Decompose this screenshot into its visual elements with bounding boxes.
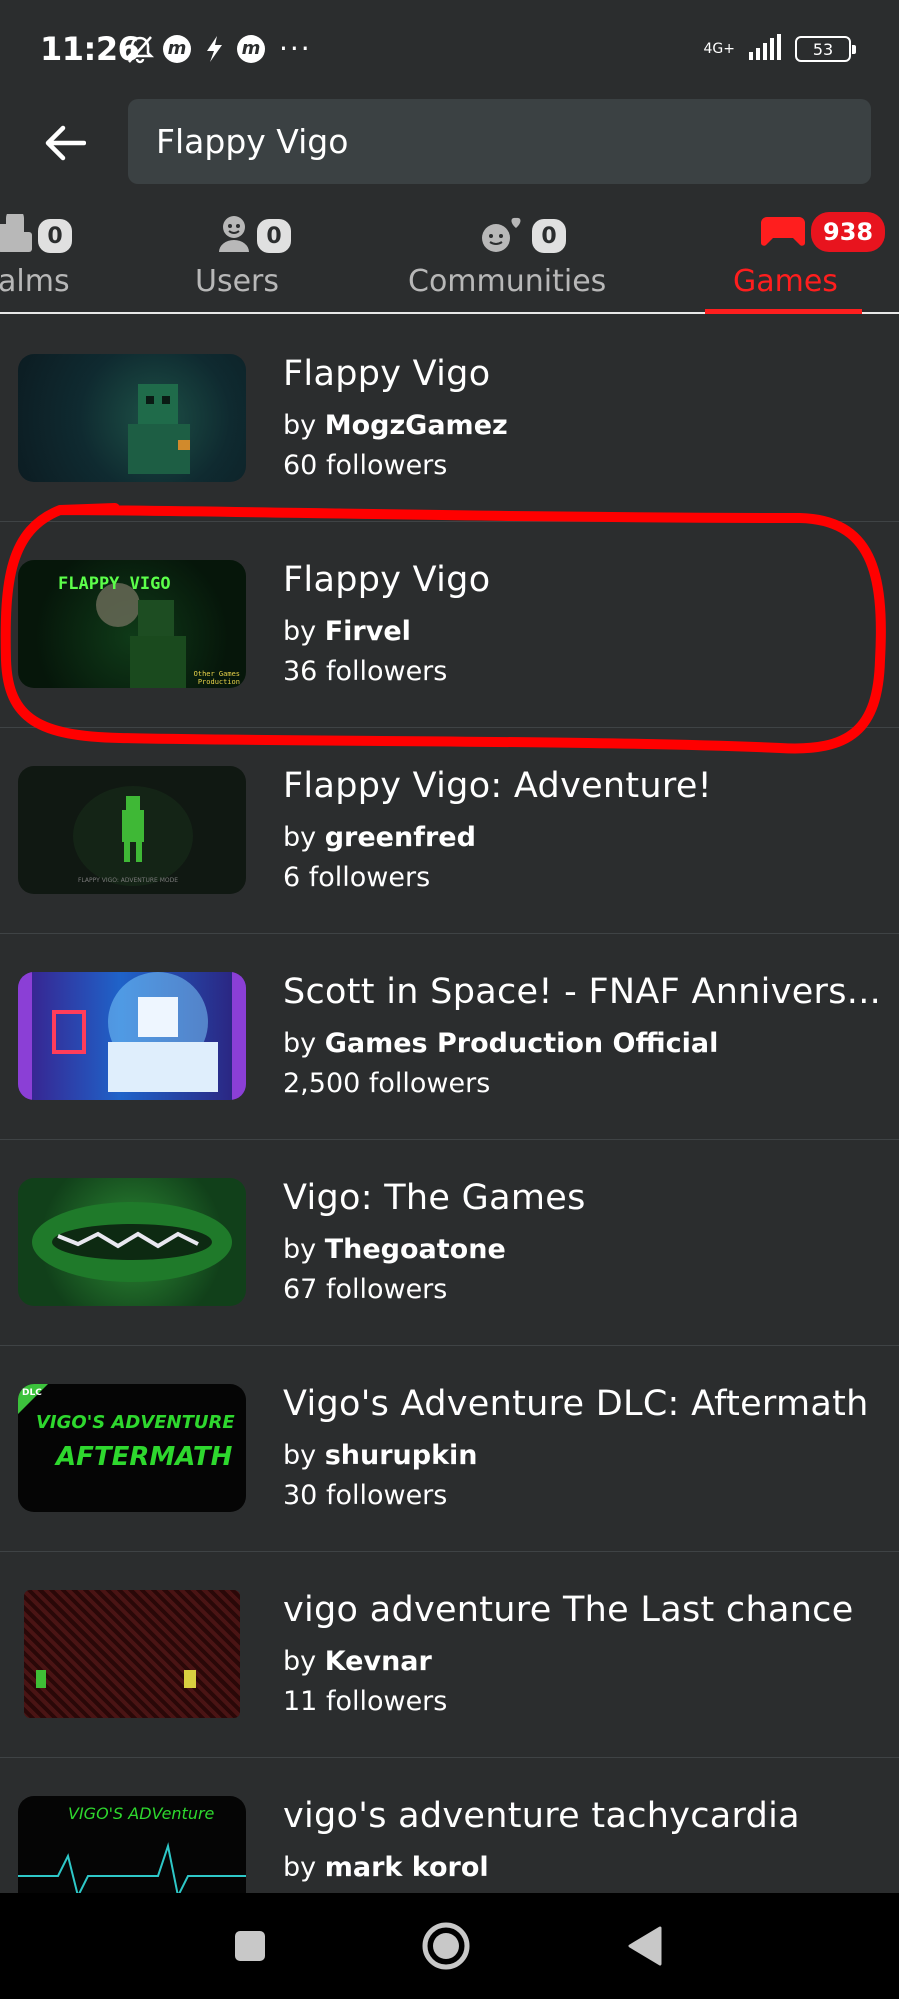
author-name[interactable]: Thegoatone xyxy=(325,1234,506,1265)
game-author: by Firvel xyxy=(283,616,411,647)
triangle-back-icon xyxy=(628,1926,662,1966)
game-title: Vigo's Adventure DLC: Aftermath xyxy=(283,1384,869,1424)
app-m-icon-2: m xyxy=(237,34,265,63)
thumb-title: FLAPPY VIGO xyxy=(58,574,171,594)
game-followers: 2,500 followers xyxy=(283,1068,491,1099)
search-query: Flappy Vigo xyxy=(156,122,349,161)
game-title: Flappy Vigo xyxy=(283,560,491,600)
author-name[interactable]: MogzGamez xyxy=(325,410,508,441)
game-followers: 30 followers xyxy=(283,1480,448,1511)
home-button[interactable] xyxy=(418,1918,474,1974)
tab-realms-label: alms xyxy=(0,264,70,299)
gamepad-icon xyxy=(761,213,805,251)
back-button[interactable] xyxy=(40,118,90,168)
game-thumbnail xyxy=(18,972,246,1100)
status-notification-icons: m m ··· xyxy=(125,32,312,65)
list-item[interactable]: DLC VIGO'S ADVENTURE AFTERMATH Vigo's Ad… xyxy=(0,1346,899,1552)
status-bar: 11:26 m m ··· 4G+ 53 xyxy=(0,0,899,100)
list-item[interactable]: FLAPPY VIGO Other Games Production Flapp… xyxy=(0,522,899,728)
tab-games-label: Games xyxy=(733,264,838,299)
network-type: 4G+ xyxy=(703,41,736,57)
game-thumbnail xyxy=(18,1178,246,1306)
game-author: by Kevnar xyxy=(283,1646,432,1677)
system-navigation-bar xyxy=(0,1893,899,1999)
more-notifications-icon: ··· xyxy=(279,32,312,65)
game-followers: 11 followers xyxy=(283,1686,448,1717)
author-name[interactable]: shurupkin xyxy=(325,1440,478,1471)
game-followers: 36 followers xyxy=(283,656,448,687)
thumb-title: FLAPPY VIGO: ADVENTURE MODE xyxy=(78,877,179,884)
tab-games-count: 938 xyxy=(811,212,886,252)
tab-communities-label: Communities xyxy=(408,264,607,299)
app-m-icon: m xyxy=(163,34,191,63)
author-name[interactable]: Firvel xyxy=(325,616,411,647)
game-followers: 60 followers xyxy=(283,450,448,481)
game-author: by mark korol xyxy=(283,1852,489,1883)
signal-icon xyxy=(747,34,783,64)
game-author: by MogzGamez xyxy=(283,410,508,441)
tab-realms[interactable]: 0 alms xyxy=(0,200,118,312)
tab-games[interactable]: 938 Games xyxy=(705,200,899,312)
list-item[interactable]: Vigo: The Games by Thegoatone 67 followe… xyxy=(0,1140,899,1346)
tab-communities[interactable]: 0 Communities xyxy=(408,200,608,312)
list-item[interactable]: FLAPPY VIGO: ADVENTURE MODE Flappy Vigo:… xyxy=(0,728,899,934)
game-author: by Thegoatone xyxy=(283,1234,506,1265)
game-title: Flappy Vigo xyxy=(283,354,491,394)
thumb-subtitle: AFTERMATH xyxy=(56,1442,233,1472)
home-circle-icon xyxy=(422,1922,470,1970)
game-title: Scott in Space! - FNAF Annivers... xyxy=(283,972,882,1012)
tab-realms-count: 0 xyxy=(38,219,72,253)
game-results-list: Flappy Vigo by MogzGamez 60 followers FL… xyxy=(0,316,899,1964)
tab-users-label: Users xyxy=(195,264,280,299)
thumb-title: VIGO'S ADVENTURE xyxy=(36,1412,235,1433)
square-icon xyxy=(235,1931,265,1961)
game-title: Vigo: The Games xyxy=(283,1178,586,1218)
game-thumbnail xyxy=(24,1590,240,1718)
author-name[interactable]: mark korol xyxy=(325,1852,489,1883)
author-name[interactable]: Kevnar xyxy=(325,1646,432,1677)
list-item[interactable]: vigo adventure The Last chance by Kevnar… xyxy=(0,1552,899,1758)
tab-users[interactable]: 0 Users xyxy=(195,200,315,312)
status-system-icons: 4G+ 53 xyxy=(703,34,856,64)
tab-communities-count: 0 xyxy=(532,219,566,253)
realm-icon xyxy=(0,209,32,258)
game-author: by Games Production Official xyxy=(283,1028,719,1059)
user-icon xyxy=(217,214,251,258)
game-followers: 6 followers xyxy=(283,862,431,893)
battery-level: 53 xyxy=(812,39,834,59)
game-title: vigo's adventure tachycardia xyxy=(283,1796,800,1836)
back-nav-button[interactable] xyxy=(616,1918,672,1974)
tab-users-count: 0 xyxy=(257,219,291,253)
game-title: vigo adventure The Last chance xyxy=(283,1590,854,1630)
game-thumbnail: FLAPPY VIGO Other Games Production xyxy=(18,560,246,688)
game-author: by shurupkin xyxy=(283,1440,478,1471)
author-name[interactable]: greenfred xyxy=(325,822,476,853)
game-title: Flappy Vigo: Adventure! xyxy=(283,766,712,806)
thumb-badge: DLC xyxy=(22,1388,42,1398)
thumb-title: VIGO'S ADVenture xyxy=(68,1804,215,1823)
game-author: by greenfred xyxy=(283,822,476,853)
game-followers: 67 followers xyxy=(283,1274,448,1305)
community-icon xyxy=(480,214,526,258)
recents-button[interactable] xyxy=(222,1918,278,1974)
game-thumbnail xyxy=(18,354,246,482)
list-item[interactable]: Flappy Vigo by MogzGamez 60 followers xyxy=(0,316,899,522)
bell-muted-icon xyxy=(125,34,155,64)
arrow-left-icon xyxy=(45,125,86,161)
thumb-subtitle: Other Games Production xyxy=(193,670,240,686)
game-thumbnail: DLC VIGO'S ADVENTURE AFTERMATH xyxy=(18,1384,246,1512)
search-category-tabs: 0 alms 0 Users 0 Communities 938 Games xyxy=(0,200,899,314)
list-item[interactable]: Scott in Space! - FNAF Annivers... by Ga… xyxy=(0,934,899,1140)
flash-icon xyxy=(199,34,229,64)
active-tab-indicator xyxy=(705,309,862,314)
search-input[interactable]: Flappy Vigo xyxy=(128,99,871,184)
author-name[interactable]: Games Production Official xyxy=(325,1028,719,1059)
game-thumbnail: FLAPPY VIGO: ADVENTURE MODE xyxy=(18,766,246,894)
battery-indicator: 53 xyxy=(795,36,856,62)
